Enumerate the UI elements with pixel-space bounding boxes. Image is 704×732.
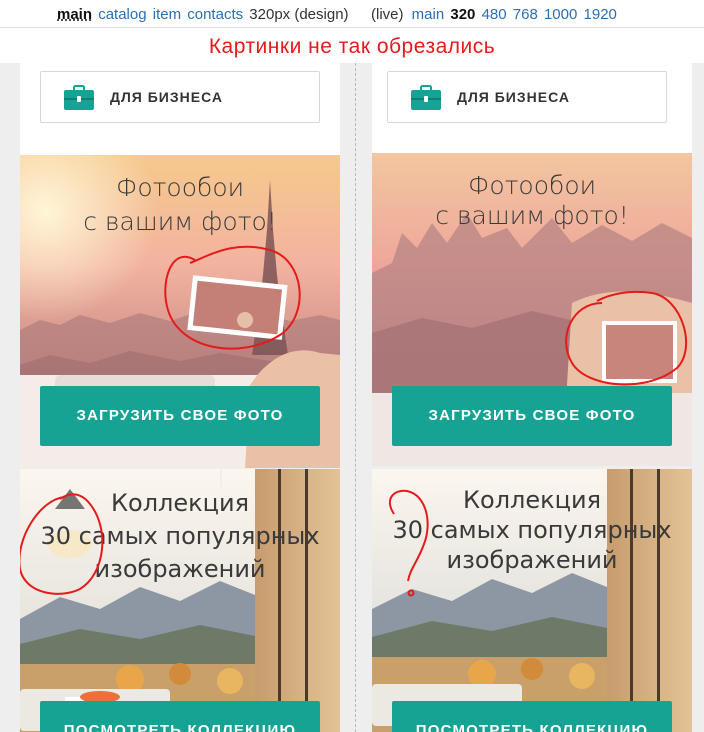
nav-link-768[interactable]: 768 (513, 6, 538, 23)
collection-title-line1: Коллекция (110, 489, 250, 517)
column-divider (355, 63, 356, 732)
upload-photo-button[interactable]: ЗАГРУЗИТЬ СВОЕ ФОТО (392, 386, 672, 446)
upload-photo-button[interactable]: ЗАГРУЗИТЬ СВОЕ ФОТО (40, 386, 320, 446)
nav-link-item[interactable]: item (153, 6, 181, 23)
promo-title-line2: с вашим фото! (435, 201, 629, 230)
collection-title-line1: Коллекция (462, 486, 602, 514)
panel-design: ДЛЯ БИЗНЕСА Фотообои с вашим фото! ЗАГРУ… (20, 63, 340, 732)
nav-link-480[interactable]: 480 (482, 6, 507, 23)
collection-title-line3: изображений (94, 555, 266, 583)
nav-link-live-main[interactable]: main (412, 6, 445, 23)
biz-area: ДЛЯ БИЗНЕСА (20, 63, 340, 155)
business-button[interactable]: ДЛЯ БИЗНЕСА (40, 71, 320, 123)
promo-title-line1: Фотообои (467, 171, 597, 200)
nav-link-1000[interactable]: 1000 (544, 6, 577, 23)
business-button[interactable]: ДЛЯ БИЗНЕСА (387, 71, 667, 123)
business-label: ДЛЯ БИЗНЕСА (457, 89, 570, 105)
promo-title-line1: Фотообои (115, 173, 245, 202)
nav-label-design: 320px (design) (249, 6, 349, 23)
view-collection-button[interactable]: ПОСМОТРЕТЬ КОЛЛЕКЦИЮ (392, 701, 672, 732)
nav-label-live: (live) (371, 6, 404, 23)
collection-banner: Коллекция 30 самых популярных изображени… (372, 469, 692, 732)
briefcase-icon (411, 85, 441, 110)
promo-title-line2: с вашим фото! (83, 207, 277, 236)
nav-design: main catalog item contacts 320px (design… (57, 6, 353, 23)
view-collection-button[interactable]: ПОСМОТРЕТЬ КОЛЛЕКЦИЮ (40, 701, 320, 732)
panel-live: ДЛЯ БИЗНЕСА Фотообои с вашим фото! ЗАГРУ… (372, 63, 692, 732)
business-label: ДЛЯ БИЗНЕСА (110, 89, 223, 105)
nav-link-1920[interactable]: 1920 (584, 6, 617, 23)
topbar: main catalog item contacts 320px (design… (0, 0, 704, 28)
nav-link-main[interactable]: main (57, 6, 92, 23)
annotation-text: Картинки не так обрезались (208, 35, 496, 58)
biz-area: ДЛЯ БИЗНЕСА (372, 63, 692, 155)
promo-banner: Фотообои с вашим фото! ЗАГРУЗИТЬ СВОЕ ФО… (20, 155, 340, 468)
briefcase-icon (64, 85, 94, 110)
collection-title-line2: 30 самых популярных (392, 516, 672, 544)
collection-title-line3: изображений (446, 546, 618, 574)
promo-banner: Фотообои с вашим фото! ЗАГРУЗИТЬ СВОЕ ФО… (372, 153, 692, 466)
nav-link-320[interactable]: 320 (450, 6, 475, 23)
annotation-bar: Картинки не так обрезались (0, 29, 704, 63)
nav-live: (live) main 320 480 768 1000 1920 (371, 6, 619, 23)
collection-banner: Коллекция 30 самых популярных изображени… (20, 469, 340, 732)
nav-link-catalog[interactable]: catalog (98, 6, 146, 23)
collection-title-line2: 30 самых популярных (40, 522, 320, 550)
nav-link-contacts[interactable]: contacts (187, 6, 243, 23)
